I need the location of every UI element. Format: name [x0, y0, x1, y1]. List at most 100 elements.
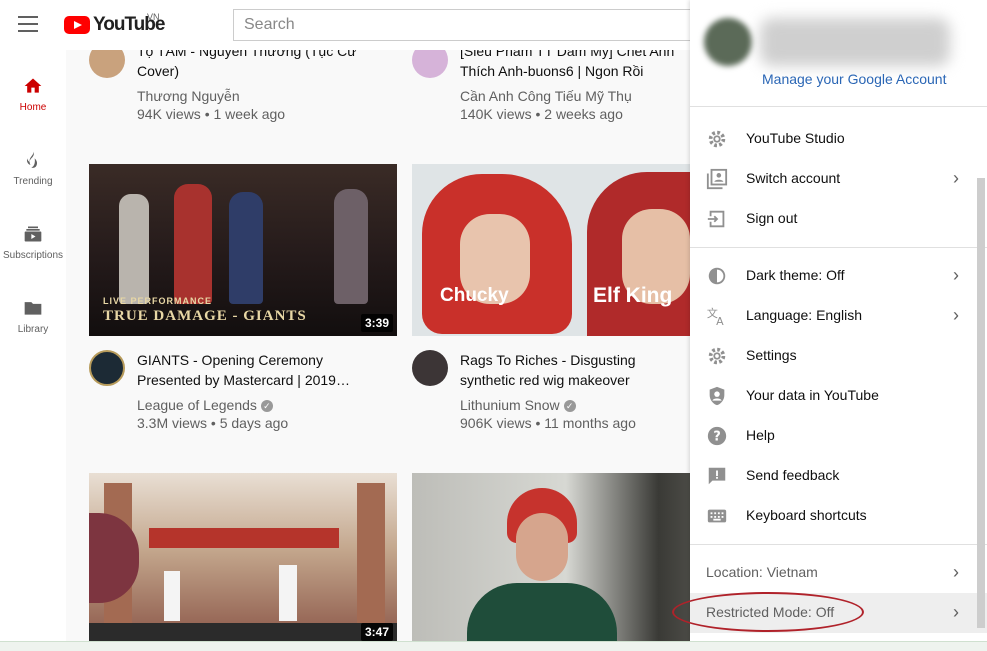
menu-item-your-data[interactable]: Your data in YouTube: [690, 376, 987, 416]
video-title[interactable]: Rags To Riches - Disgusting synthetic re…: [460, 350, 680, 390]
performer-figure: [334, 189, 368, 304]
chevron-right-icon: ›: [953, 265, 959, 285]
video-meta: 3.3M views • 5 days ago: [137, 415, 289, 431]
sidebar-item-home[interactable]: Home: [0, 76, 66, 113]
video-thumbnail[interactable]: 3:47: [89, 473, 397, 645]
sign-out-icon: [707, 210, 725, 228]
subscriptions-icon: [24, 226, 42, 242]
help-icon: ?: [707, 426, 727, 446]
sidebar: Home Trending Subscriptions Library: [0, 50, 66, 651]
video-meta: 906K views • 11 months ago: [460, 415, 636, 431]
shield-icon: [709, 386, 725, 406]
menu-item-language[interactable]: 文A Language: English ›: [690, 296, 987, 336]
channel-name[interactable]: League of Legends ✓: [137, 397, 273, 413]
video-feed: Tộ TÀM - Nguyễn Thương (Tục Cứ Cover) Th…: [66, 50, 690, 651]
menu-item-sign-out[interactable]: Sign out: [690, 199, 987, 239]
account-avatar: [704, 18, 752, 66]
menu-item-dark-theme[interactable]: Dark theme: Off ›: [690, 256, 987, 296]
verified-icon: ✓: [260, 400, 273, 413]
logo-region: VN: [147, 12, 160, 22]
video-thumbnail[interactable]: LIVE PERFORMANCE TRUE DAMAGE - GIANTS 3:…: [89, 164, 397, 336]
menu-item-label: Sign out: [746, 210, 798, 226]
thumbnail-overlay-right: Elf King: [593, 284, 673, 307]
chevron-right-icon: ›: [953, 168, 959, 188]
video-title[interactable]: Tộ TÀM - Nguyễn Thương (Tục Cứ Cover): [137, 50, 377, 81]
performer-figure: [229, 192, 263, 304]
thumbnail-overlay-small: LIVE PERFORMANCE: [103, 296, 213, 306]
menu-item-send-feedback[interactable]: Send feedback: [690, 456, 987, 496]
menu-item-switch-account[interactable]: Switch account ›: [690, 159, 987, 199]
dancer-figure: [279, 565, 297, 621]
chevron-right-icon: ›: [953, 305, 959, 325]
manage-google-account-link[interactable]: Manage your Google Account: [762, 71, 946, 87]
switch-account-icon: [706, 168, 728, 190]
menu-item-label: Dark theme: Off: [746, 267, 845, 283]
channel-avatar[interactable]: [412, 350, 448, 386]
menu-item-youtube-studio[interactable]: YouTube Studio: [690, 119, 987, 159]
channel-name[interactable]: Lithunium Snow ✓: [460, 397, 576, 413]
channel-name-text: League of Legends: [137, 397, 257, 413]
svg-text:A: A: [716, 315, 724, 327]
sidebar-item-label: Home: [19, 102, 47, 113]
menu-item-label: Settings: [746, 347, 797, 363]
menu-divider: [690, 247, 987, 248]
performer-figure: [119, 194, 149, 304]
channel-avatar[interactable]: [412, 50, 448, 78]
video-title[interactable]: [Siêu Phẩm TT Dâm My] Chết Anh Thích Anh…: [460, 50, 685, 81]
video-duration: 3:47: [360, 623, 393, 641]
green-sweater: [467, 583, 617, 645]
video-thumbnail[interactable]: Chucky Elf King 12: [412, 164, 690, 336]
svg-text:?: ?: [713, 430, 720, 445]
flame-icon: [26, 151, 38, 168]
menu-item-help[interactable]: ? Help: [690, 416, 987, 456]
bottom-strip: [0, 641, 987, 651]
sidebar-item-library[interactable]: Library: [0, 298, 66, 335]
face-figure: [516, 513, 568, 581]
search-input[interactable]: Search: [233, 9, 703, 41]
menu-scrollbar[interactable]: [977, 178, 985, 628]
account-header: Manage your Google Account: [690, 0, 987, 107]
menu-item-label: Language: English: [746, 307, 862, 323]
settings-icon: [708, 347, 726, 365]
channel-name-text: Lithunium Snow: [460, 397, 560, 413]
menu-item-restricted-mode[interactable]: Restricted Mode: Off ›: [690, 593, 987, 633]
hamburger-menu-icon[interactable]: [18, 16, 38, 32]
dancer-figure: [164, 571, 180, 621]
youtube-logo[interactable]: YouTube VN: [64, 12, 165, 36]
chevron-right-icon: ›: [953, 562, 959, 582]
folder-icon: [24, 302, 42, 315]
gear-icon: [708, 130, 726, 148]
sidebar-item-label: Trending: [13, 176, 53, 187]
menu-item-keyboard-shortcuts[interactable]: Keyboard shortcuts: [690, 496, 987, 536]
thumbnail-overlay-left: Chucky: [440, 285, 509, 306]
play-logo-icon: [64, 16, 90, 34]
sidebar-item-subscriptions[interactable]: Subscriptions: [0, 224, 66, 261]
performer-figure: [174, 184, 212, 304]
account-name-blurred: [760, 18, 950, 66]
video-title[interactable]: GIANTS - Opening Ceremony Presented by M…: [137, 350, 377, 390]
menu-item-label: Keyboard shortcuts: [746, 507, 867, 523]
menu-item-label: Location: Vietnam: [706, 564, 818, 580]
dark-theme-icon: [708, 267, 726, 285]
menu-item-label: Help: [746, 427, 775, 443]
menu-item-label: YouTube Studio: [746, 130, 845, 146]
thumbnail-overlay-title: TRUE DAMAGE - GIANTS: [103, 308, 307, 324]
feedback-icon: [708, 467, 726, 485]
sidebar-item-trending[interactable]: Trending: [0, 150, 66, 187]
home-icon: [24, 78, 42, 93]
menu-item-location[interactable]: Location: Vietnam ›: [690, 553, 987, 593]
channel-name[interactable]: Thương Nguyễn: [137, 88, 240, 104]
video-meta: 94K views • 1 week ago: [137, 106, 286, 122]
video-thumbnail[interactable]: 4: [412, 473, 690, 645]
channel-name[interactable]: Cần Anh Công Tiếu Mỹ Thụ: [460, 88, 632, 104]
menu-divider: [690, 544, 987, 545]
video-meta: 140K views • 2 weeks ago: [460, 106, 623, 122]
stage-banner: [149, 528, 339, 548]
pillar: [357, 483, 385, 633]
menu-item-settings[interactable]: Settings: [690, 336, 987, 376]
menu-item-label: Your data in YouTube: [746, 387, 879, 403]
keyboard-icon: [707, 509, 727, 523]
channel-avatar[interactable]: [89, 50, 125, 78]
channel-avatar[interactable]: [89, 350, 125, 386]
account-menu: Manage your Google Account YouTube Studi…: [690, 0, 987, 651]
